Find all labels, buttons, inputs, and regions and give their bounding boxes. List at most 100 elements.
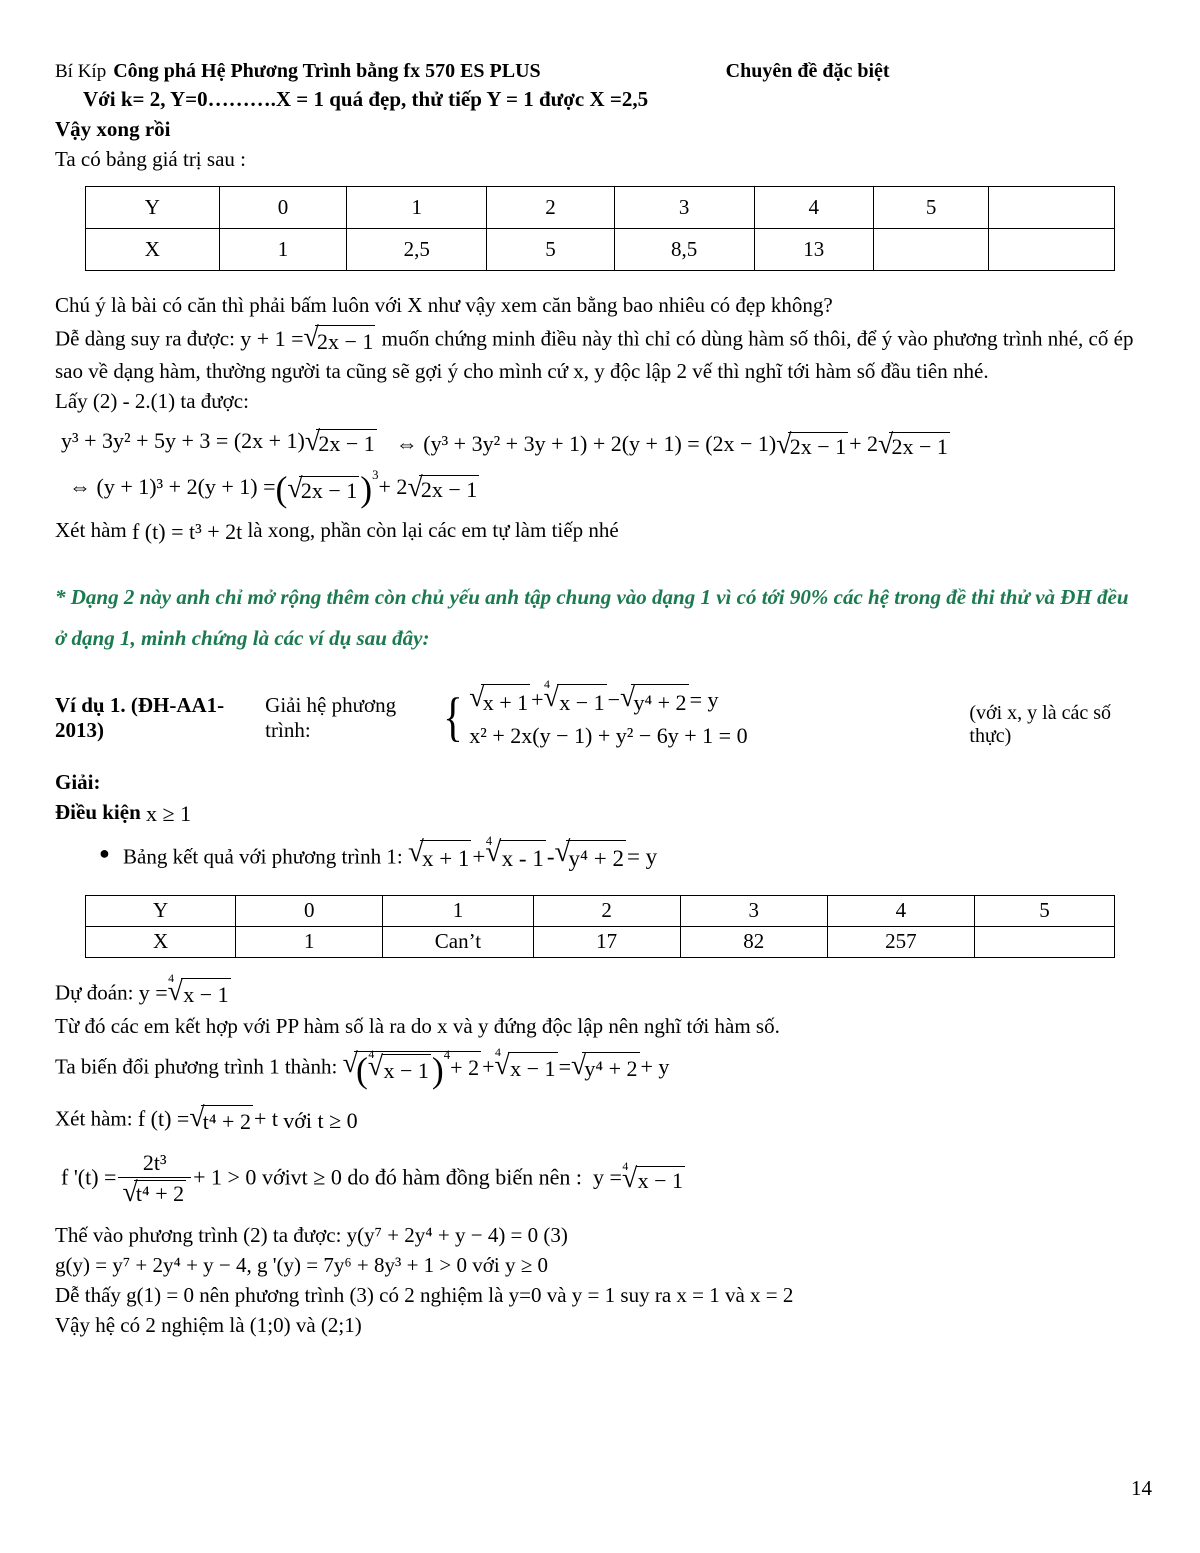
radicand: x − 1 — [181, 978, 231, 1010]
intro-table-caption: Ta có bảng giá trị sau : — [55, 146, 246, 171]
radicand: t⁴ + 2 — [200, 1105, 253, 1137]
cell: 2 — [486, 185, 615, 229]
eq3-middle: + 2 — [378, 473, 408, 499]
green-callout-note: * Dạng 2 này anh chỉ mở rộng thêm còn ch… — [55, 584, 1129, 650]
radical-glyph: √ — [494, 1048, 510, 1080]
equation-2: ⇔ (y³ + 3y² + 3y + 1) + 2(y + 1) = (2x −… — [395, 428, 951, 460]
nth-root-icon: 4 √ x − 1 — [494, 1046, 558, 1084]
paren-exponent: 4 — [443, 1048, 451, 1063]
ft-tail: + t — [253, 1106, 278, 1132]
table-row: Y 0 1 2 3 4 5 — [84, 894, 1116, 927]
equation-system: { √ x + 1 +4 √ x − 1− √ y⁴ + 2 = y x² + 2x(y − … — [440, 678, 963, 752]
eq2-middle: + 2 — [849, 430, 879, 456]
cell: 8,5 — [613, 227, 755, 271]
sqrt-icon: √ 2x − 1 — [776, 430, 849, 460]
row1-equals: = y — [689, 686, 719, 712]
equation-3: ⇔ (y + 1)³ + 2(y + 1) =(√ 2x − 1)3+ 2 √ 2x … — [69, 468, 480, 509]
ft-lhs: f (t) = — [137, 1106, 190, 1132]
cell: 1 — [218, 227, 348, 271]
radicand: y⁴ + 2 — [631, 684, 689, 719]
cell: X — [85, 227, 220, 271]
g-function-line: g(y) = y⁷ + 2y⁴ + y − 4, g '(y) = 7y⁶ + … — [55, 1253, 548, 1278]
radicand: 2x − 1 — [787, 431, 849, 459]
cell: 3 — [613, 185, 755, 229]
nth-root-icon: 4 √ x − 1 — [168, 972, 231, 1010]
cell: 3 — [679, 894, 828, 927]
paren-left: ( — [356, 1049, 368, 1090]
prediction-label: Dự đoán: — [55, 979, 134, 1004]
radical-glyph: √ — [122, 1175, 138, 1207]
radical-glyph: √ — [485, 836, 502, 869]
easy-lead: Dễ dàng suy ra được: — [55, 326, 235, 351]
op-minus: - — [546, 843, 555, 869]
sqrt-icon: √ x + 1 — [469, 680, 531, 719]
easy-eq-lhs: y + 1 = — [240, 325, 304, 351]
sqrt-icon: √ t⁴ + 2 — [189, 1101, 253, 1137]
cell — [873, 227, 990, 271]
roots-line: Dễ thấy g(1) = 0 nên phương trình (3) có… — [55, 1283, 794, 1308]
system-rows: √ x + 1 +4 √ x − 1− √ y⁴ + 2 = y x² + 2x(y − 1)… — [469, 678, 963, 752]
cell: 13 — [753, 227, 875, 271]
paren-right: ) — [360, 468, 373, 509]
prediction-lhs: y = — [138, 979, 168, 1005]
function-study-condition: với t ≥ 0 — [283, 1107, 358, 1133]
radical-glyph: √ — [367, 1050, 384, 1082]
sqrt-icon: √ 2x − 1 — [287, 474, 360, 504]
nth-root-icon: 4 √ x − 1 — [622, 1160, 685, 1194]
sqrt-icon: √(4 √ x − 1)4+ 2 — [343, 1048, 482, 1090]
radicand: 2x − 1 — [889, 431, 950, 459]
derivative-lhs: f '(t) = — [61, 1164, 117, 1190]
eq2-left: ⇔ (y³ + 3y² + 3y + 1) + 2(y + 1) = (2x −… — [395, 430, 777, 456]
radicand: 2x − 1 — [298, 475, 360, 503]
value-table-2: Y 0 1 2 3 4 5 X 1 Can’t 17 82 257 — [84, 894, 1116, 958]
cell: 0 — [218, 185, 348, 229]
function-study-line: Xét hàm: f (t) = √ t⁴ + 2 + t với t ≥ 0 — [55, 1101, 1145, 1137]
easy-derivation-paragraph: Dễ dàng suy ra được: y + 1 = √ 2x − 1 muốn… — [55, 323, 1145, 386]
radical-glyph: √ — [469, 680, 485, 712]
transform-label: Ta biến đổi phương trình 1 thành: — [55, 1054, 338, 1079]
condition-label: Điều kiện — [55, 800, 141, 825]
xet-ham-line: Xét hàm f (t) = t³ + 2t là xong, phần cò… — [55, 516, 1145, 547]
nth-root-icon: 4 √ x − 1 — [367, 1048, 431, 1086]
example-prompt: Giải hệ phương trình: — [265, 692, 397, 742]
transform-equation: √(4 √ x − 1)4+ 2 +4 √ x − 1 = √ y⁴ + 2 + y — [343, 1046, 670, 1090]
radicand: 2x − 1 — [316, 428, 377, 456]
equals-sign: = — [558, 1053, 571, 1079]
cell: 4 — [753, 185, 875, 229]
radical-glyph: √ — [878, 428, 894, 460]
sqrt-icon: √ y⁴ + 2 — [620, 680, 689, 719]
table-row: X 1 2,5 5 8,5 13 — [85, 227, 1115, 271]
paren-right: ) — [431, 1049, 444, 1090]
cell: 257 — [826, 925, 975, 958]
example-label: Ví dụ 1. (ĐH-AA1-2013) — [55, 692, 225, 742]
table-row: Y 0 1 2 3 4 5 — [85, 185, 1115, 229]
radical-glyph: √ — [407, 836, 424, 869]
cell: Y — [85, 185, 220, 229]
fraction-denominator: √ t⁴ + 2 — [118, 1175, 192, 1207]
op-plus: + — [531, 686, 544, 712]
cell: 1 — [382, 894, 534, 927]
value-table-1: Y 0 1 2 3 4 5 X 1 2,5 5 8,5 13 — [85, 185, 1115, 271]
cell: 4 — [826, 894, 975, 927]
cell: 82 — [679, 925, 828, 958]
document-page: Bí Kíp Công phá Hệ Phương Trình bằng fx … — [0, 0, 1200, 1553]
cell: 0 — [235, 894, 384, 927]
radicand: 2x − 1 — [314, 324, 376, 357]
radicand: y⁴ + 2 — [582, 1052, 640, 1084]
bullet-result-table: ● Bảng kết quả với phương trình 1: √ x + … — [55, 834, 1145, 877]
cell — [973, 925, 1116, 958]
radicand: 2x − 1 — [418, 474, 480, 502]
radical-glyph: √ — [189, 1101, 205, 1133]
example-heading-row: Ví dụ 1. (ĐH-AA1-2013) Giải hệ phương tr… — [55, 678, 1145, 752]
sqrt-icon: √ x + 1 — [407, 836, 472, 877]
prediction-equation: y = 4 √ x − 1 — [138, 972, 232, 1011]
paren-exponent: 3 — [372, 467, 379, 482]
fraction: 2t³ √ t⁴ + 2 — [118, 1151, 192, 1207]
derivative-line: f '(t) = 2t³ √ t⁴ + 2 + 1 > 0 vớivt ≥ 0 do đ… — [61, 1151, 686, 1207]
prediction-line: Dự đoán: y = 4 √ x − 1 — [55, 972, 1145, 1011]
radicand: t⁴ + 2 — [133, 1179, 187, 1206]
plus-two: + 2 — [450, 1054, 480, 1080]
radical-glyph: √ — [620, 680, 636, 712]
solution-heading: Giải: — [55, 770, 101, 795]
header-prefix: Bí Kíp — [55, 61, 107, 82]
